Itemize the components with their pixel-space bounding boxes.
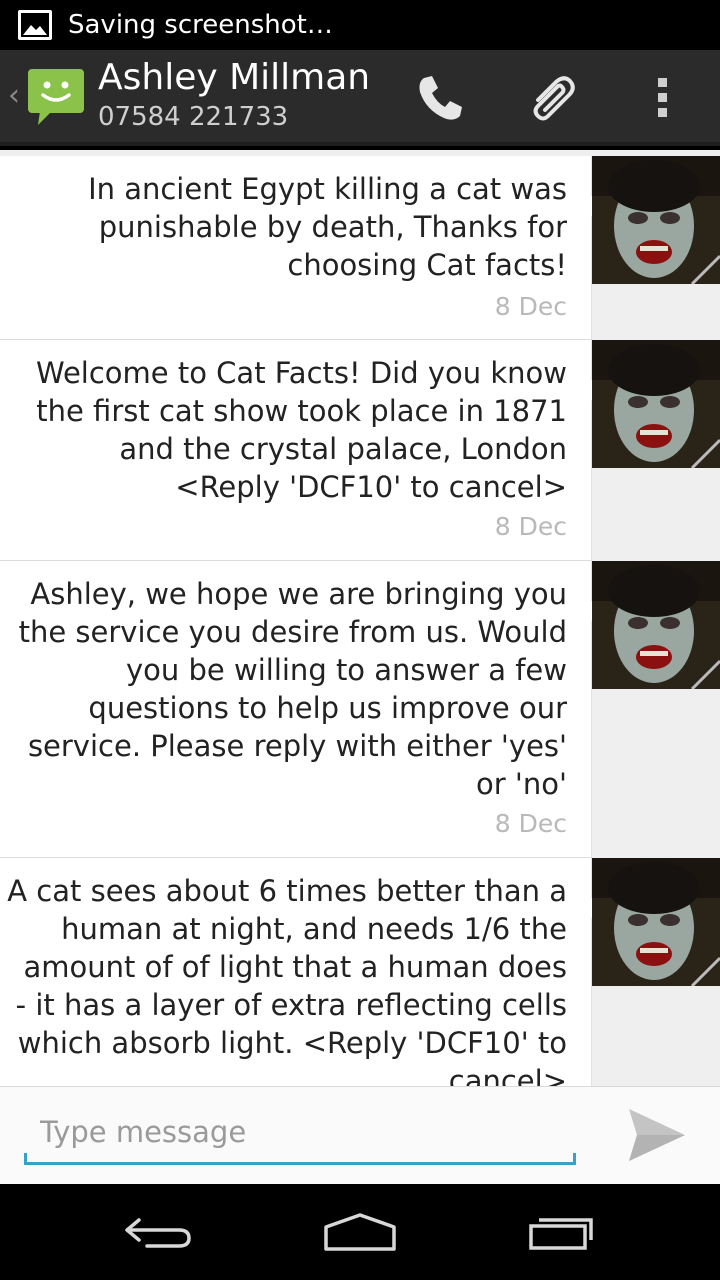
avatar[interactable] [592,858,720,986]
status-notification-text: Saving screenshot… [68,10,333,40]
message-input[interactable] [24,1101,576,1165]
avatar[interactable] [592,561,720,689]
message-text: Ashley, we hope we are bringing you the … [18,577,567,801]
contact-info: Ashley Millman 07584 221733 [98,58,370,134]
recent-apps-button[interactable] [506,1202,616,1262]
back-icon [125,1218,191,1248]
message-list[interactable]: In ancient Egypt killing a cat was punis… [0,150,720,1086]
message-text: In ancient Egypt killing a cat was punis… [88,172,567,282]
paperclip-icon [533,76,575,121]
list-item[interactable]: Ashley, we hope we are bringing you the … [0,561,720,858]
action-bar: ‹ Ashley Millman 07584 221733 [0,50,720,146]
compose-bar [0,1086,720,1184]
call-button[interactable] [400,50,480,146]
list-item[interactable]: Welcome to Cat Facts! Did you know the f… [0,340,720,561]
message-text: A cat sees about 6 times better than a h… [7,874,567,1086]
message-bubble[interactable]: In ancient Egypt killing a cat was punis… [0,156,592,340]
message-date: 8 Dec [494,512,567,541]
home-button[interactable] [305,1202,415,1262]
message-text: Welcome to Cat Facts! Did you know the f… [35,356,567,504]
up-navigation-icon[interactable]: ‹ [8,81,24,111]
overflow-menu-button[interactable] [630,50,696,146]
attach-button[interactable] [512,50,592,146]
phone-icon [419,76,462,120]
more-vertical-icon [658,78,667,117]
message-bubble[interactable]: Welcome to Cat Facts! Did you know the f… [0,340,592,561]
contact-name: Ashley Millman [98,57,371,98]
list-item[interactable]: In ancient Egypt killing a cat was punis… [0,156,720,340]
system-navigation-bar [0,1184,720,1280]
status-bar: Saving screenshot… [0,0,720,50]
send-icon [629,1109,685,1161]
messaging-app-icon[interactable] [26,65,88,127]
image-icon [18,10,52,40]
message-bubble[interactable]: Ashley, we hope we are bringing you the … [0,561,592,858]
list-item[interactable]: A cat sees about 6 times better than a h… [0,858,720,1086]
back-button[interactable] [104,1202,214,1262]
message-date: 8 Dec [494,809,567,838]
recent-apps-icon [529,1218,593,1250]
message-date: 8 Dec [494,292,567,321]
send-button[interactable] [612,1099,702,1171]
home-icon [324,1213,396,1251]
avatar[interactable] [592,156,720,284]
contact-number: 07584 221733 [98,102,289,132]
message-bubble[interactable]: A cat sees about 6 times better than a h… [0,858,592,1086]
avatar[interactable] [592,340,720,468]
